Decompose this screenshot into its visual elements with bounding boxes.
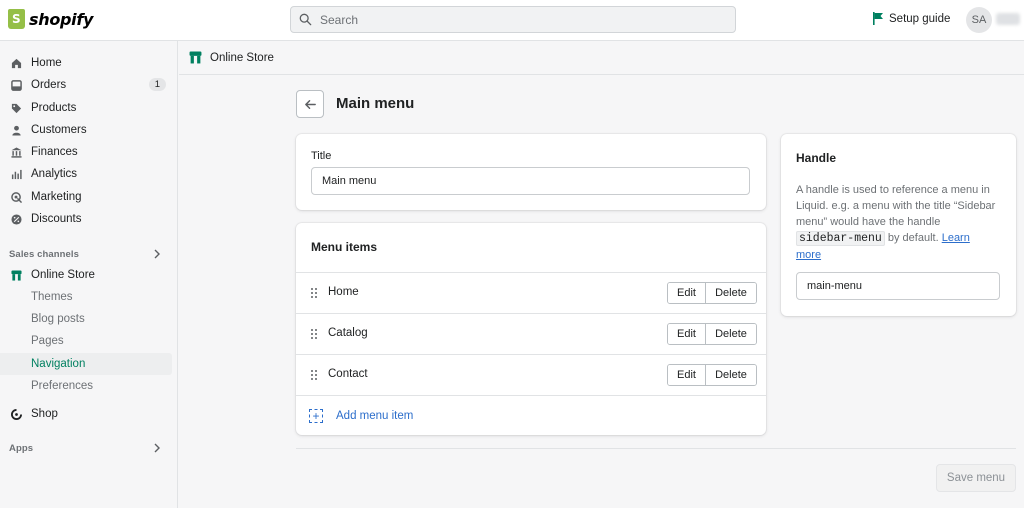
sidebar-item-label: Marketing <box>31 191 82 203</box>
menu-items-card: Menu items Home Edit Delete Catalog Edit… <box>296 223 766 435</box>
handle-card: Handle A handle is used to reference a m… <box>781 134 1016 316</box>
tag-icon <box>11 103 22 114</box>
search-icon <box>299 13 312 26</box>
apps-label: Apps <box>9 443 34 454</box>
sidebar-item-label: Finances <box>31 146 78 158</box>
shopify-bag-icon <box>8 9 25 29</box>
handle-description: A handle is used to reference a menu in … <box>796 182 996 263</box>
sidebar-item-label: Home <box>31 57 62 69</box>
back-button[interactable] <box>296 90 324 118</box>
page-title: Main menu <box>336 95 415 112</box>
menu-item-label: Catalog <box>328 327 368 339</box>
handle-field[interactable]: main-menu <box>796 272 1000 300</box>
list-item: Home Edit Delete <box>296 272 766 313</box>
breadcrumb-label[interactable]: Online Store <box>210 52 274 64</box>
sidebar-item-discounts[interactable]: Discounts <box>0 208 172 230</box>
bar-chart-icon <box>11 169 22 180</box>
menu-item-actions: Edit Delete <box>667 323 757 345</box>
list-item: Catalog Edit Delete <box>296 313 766 354</box>
drag-handle-icon[interactable] <box>310 328 318 340</box>
sidebar-item-pages[interactable]: Pages <box>0 330 172 352</box>
delete-button[interactable]: Delete <box>706 283 756 303</box>
store-icon <box>11 269 22 281</box>
edit-button[interactable]: Edit <box>668 283 706 303</box>
sidebar-item-analytics[interactable]: Analytics <box>0 163 172 185</box>
orders-icon <box>11 79 22 91</box>
person-icon <box>11 125 22 136</box>
delete-button[interactable]: Delete <box>706 324 756 344</box>
sidebar-item-finances[interactable]: Finances <box>0 141 172 163</box>
edit-button[interactable]: Edit <box>668 324 706 344</box>
handle-text-before: A handle is used to reference a menu in … <box>796 184 996 228</box>
drag-handle-icon[interactable] <box>310 287 318 299</box>
shopify-logo[interactable]: shopify <box>8 9 93 29</box>
shop-icon <box>11 408 22 420</box>
sidebar-item-label: Analytics <box>31 168 78 180</box>
sidebar-item-orders[interactable]: Orders 1 <box>0 74 172 96</box>
bank-icon <box>11 146 22 158</box>
menu-item-actions: Edit Delete <box>667 282 757 304</box>
sidebar-item-home[interactable]: Home <box>0 52 172 74</box>
sidebar-item-preferences[interactable]: Preferences <box>0 375 172 397</box>
search-bar[interactable] <box>290 6 736 33</box>
menu-item-label: Home <box>328 286 359 298</box>
target-icon <box>11 191 22 203</box>
save-menu-button[interactable]: Save menu <box>936 464 1016 492</box>
delete-button[interactable]: Delete <box>706 365 756 385</box>
store-name-blurred[interactable] <box>996 13 1020 25</box>
breadcrumb: Online Store <box>179 41 1024 75</box>
avatar[interactable]: SA <box>966 7 992 33</box>
title-card: Title Main menu <box>296 134 766 210</box>
sidebar-item-label: Customers <box>31 124 87 136</box>
sales-channels-label: Sales channels <box>9 249 80 260</box>
arrow-left-icon <box>304 99 316 109</box>
search-input[interactable] <box>320 12 700 27</box>
title-field[interactable]: Main menu <box>311 167 750 195</box>
top-bar: shopify Setup guide SA <box>0 0 1024 41</box>
sidebar-item-marketing[interactable]: Marketing <box>0 186 172 208</box>
sidebar-item-label: Online Store <box>31 269 95 281</box>
menu-item-label: Contact <box>328 368 368 380</box>
sidebar-item-customers[interactable]: Customers <box>0 119 172 141</box>
handle-code-example: sidebar-menu <box>796 231 885 246</box>
home-icon <box>11 58 22 69</box>
sidebar-item-label: Discounts <box>31 213 82 225</box>
sidebar-item-label: Products <box>31 102 77 114</box>
sidebar-item-themes[interactable]: Themes <box>0 286 172 308</box>
sidebar-item-products[interactable]: Products <box>0 97 172 119</box>
menu-items-heading: Menu items <box>311 240 378 254</box>
flag-icon <box>873 12 883 25</box>
chevron-right-icon[interactable] <box>152 249 162 259</box>
list-item: Contact Edit Delete <box>296 354 766 395</box>
discount-icon <box>11 213 22 225</box>
edit-button[interactable]: Edit <box>668 365 706 385</box>
handle-heading: Handle <box>796 151 837 165</box>
store-icon <box>189 51 202 64</box>
sidebar-item-shop[interactable]: Shop <box>0 403 172 425</box>
divider <box>296 448 1016 449</box>
chevron-right-icon[interactable] <box>152 443 162 453</box>
menu-item-actions: Edit Delete <box>667 364 757 386</box>
sidebar-item-blog-posts[interactable]: Blog posts <box>0 308 172 330</box>
title-field-label: Title <box>311 150 332 162</box>
sidebar: Home Orders 1 Products Customers Finance… <box>0 41 178 508</box>
sidebar-item-navigation[interactable]: Navigation <box>0 353 172 375</box>
sidebar-item-label: Shop <box>31 408 58 420</box>
handle-text-after: by default. <box>884 232 942 244</box>
sidebar-item-label: Orders <box>31 79 67 91</box>
drag-handle-icon[interactable] <box>310 369 318 381</box>
setup-guide-button[interactable]: Setup guide <box>872 12 950 25</box>
orders-count-badge: 1 <box>148 78 166 91</box>
add-icon: + <box>309 409 323 423</box>
add-menu-item-button[interactable]: + Add menu item <box>296 395 766 435</box>
sidebar-item-online-store[interactable]: Online Store <box>0 264 172 286</box>
setup-guide-label: Setup guide <box>889 12 951 25</box>
add-menu-item-label: Add menu item <box>336 410 414 422</box>
brand-name: shopify <box>29 9 94 29</box>
